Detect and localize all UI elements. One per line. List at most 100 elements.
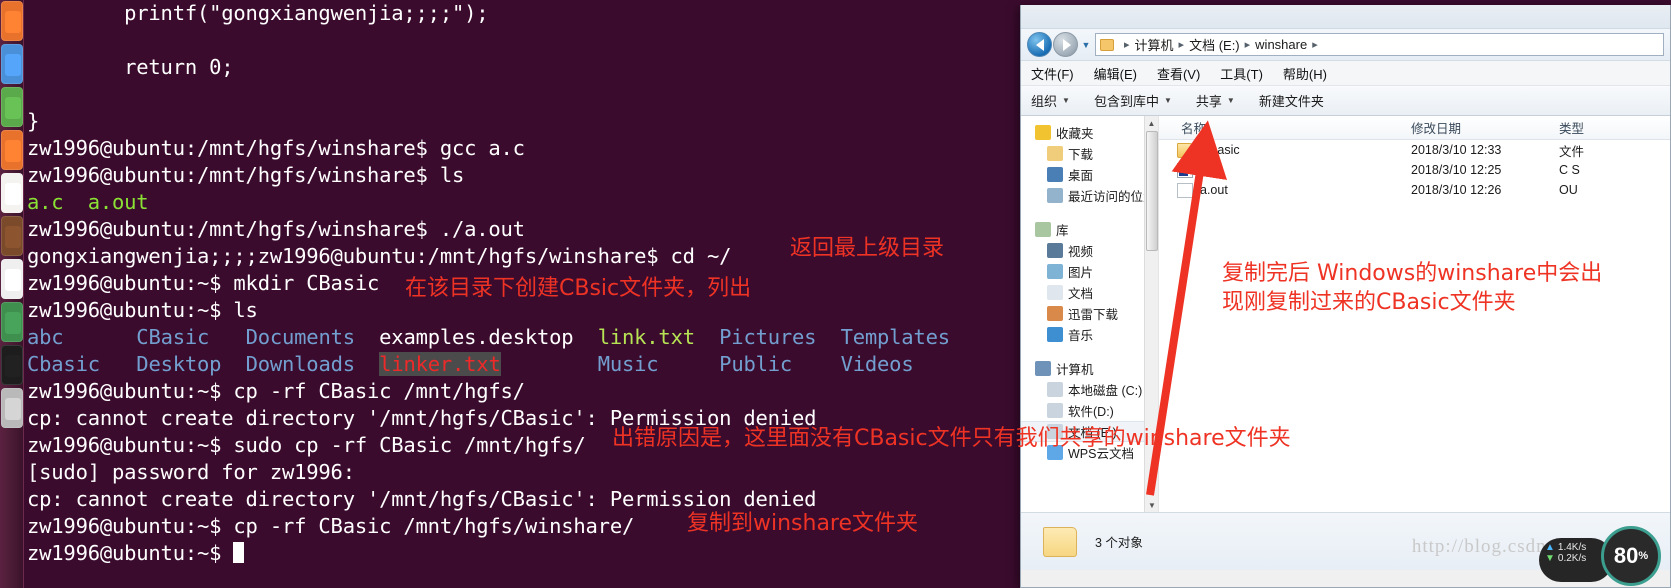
- terminal-text: Desktop: [136, 352, 222, 376]
- sidebar-item-5[interactable]: 视频: [1021, 240, 1158, 261]
- launcher-icon-4[interactable]: [1, 173, 23, 213]
- terminal-cursor: [233, 542, 245, 563]
- column-header-date[interactable]: 修改日期: [1411, 118, 1559, 137]
- table-row[interactable]: CBasic 2018/3/10 12:33 文件: [1159, 140, 1670, 160]
- sidebar-item-8[interactable]: 迅雷下载: [1021, 303, 1158, 324]
- sidebar-item-1[interactable]: 下载: [1021, 143, 1158, 164]
- menu-item-4[interactable]: 帮助(H): [1283, 64, 1327, 83]
- upload-arrow-icon: ▲: [1545, 542, 1555, 553]
- file-type-cell: OU: [1559, 183, 1578, 197]
- menu-item-1[interactable]: 编辑(E): [1094, 64, 1137, 83]
- toolbar-button-2[interactable]: 共享 ▼: [1196, 91, 1235, 110]
- scroll-up-icon[interactable]: ▲: [1145, 116, 1158, 130]
- terminal-text: Documents: [245, 325, 355, 349]
- breadcrumb-item-0[interactable]: 计算机: [1135, 35, 1174, 54]
- recent-icon: [1047, 188, 1063, 203]
- launcher-icon-0[interactable]: [1, 1, 23, 41]
- breadcrumb-separator-3: ▸: [1312, 39, 1318, 51]
- command-bar[interactable]: 组织 ▼ 包含到库中 ▼ 共享 ▼ 新建文件夹: [1021, 86, 1670, 116]
- terminal-text: Public: [719, 352, 793, 376]
- toolbar-label: 组织: [1031, 94, 1058, 109]
- sidebar-item-6[interactable]: 图片: [1021, 261, 1158, 282]
- recent-pages-icon[interactable]: ▼: [1079, 34, 1093, 56]
- file-name-cell[interactable]: a.c: [1159, 162, 1411, 178]
- launcher-icon-3[interactable]: [1, 130, 23, 170]
- table-row[interactable]: a.out 2018/3/10 12:26 OU: [1159, 180, 1670, 200]
- column-headers[interactable]: 名称 修改日期 类型: [1159, 116, 1670, 140]
- terminal-text: Downloads: [245, 352, 355, 376]
- sidebar-item-label: 桌面: [1068, 169, 1094, 183]
- sidebar-item-4[interactable]: 库: [1021, 219, 1158, 240]
- toolbar-label: 新建文件夹: [1258, 94, 1324, 109]
- annotation-text-5: 现刚复制过来的CBasic文件夹: [1222, 290, 1516, 315]
- column-header-name[interactable]: 名称: [1159, 118, 1411, 137]
- sidebar-item-label: 迅雷下载: [1068, 308, 1119, 322]
- toolbar-button-0[interactable]: 组织 ▼: [1031, 91, 1070, 110]
- back-button[interactable]: [1027, 32, 1052, 57]
- sidebar-item-label: 最近访问的位置: [1068, 190, 1156, 204]
- navigation-pane[interactable]: 收藏夹 下载桌面最近访问的位置库视频 图片文档迅雷下载音乐计算机本地磁盘 (C:) 软…: [1021, 116, 1159, 512]
- launcher-icon-1[interactable]: [1, 44, 23, 84]
- launcher-icon-7[interactable]: [1, 302, 23, 342]
- file-name-cell[interactable]: a.out: [1159, 182, 1411, 198]
- folder-icon: [1100, 38, 1114, 51]
- breadcrumb-item-2[interactable]: winshare: [1255, 37, 1307, 52]
- menu-bar[interactable]: 文件(F) 编辑(E) 查看(V) 工具(T) 帮助(H): [1021, 61, 1670, 86]
- cpu-usage-widget[interactable]: 80%: [1601, 526, 1661, 586]
- column-header-type[interactable]: 类型: [1559, 118, 1659, 137]
- toolbar-button-1[interactable]: 包含到库中 ▼: [1094, 91, 1172, 110]
- sidebar-item-2[interactable]: 桌面: [1021, 164, 1158, 185]
- toolbar-button-3[interactable]: 新建文件夹: [1259, 91, 1324, 110]
- sidebar-item-11[interactable]: 本地磁盘 (C:): [1021, 379, 1158, 400]
- terminal-text: }: [27, 109, 40, 133]
- sidebar-item-label: 文档: [1068, 287, 1094, 301]
- file-name-cell[interactable]: CBasic: [1159, 142, 1411, 158]
- breadcrumb-item-1[interactable]: 文档 (E:): [1189, 35, 1240, 54]
- sidebar-item-0[interactable]: 收藏夹: [1021, 122, 1158, 143]
- breadcrumb[interactable]: ▸ 计算机 ▸ 文档 (E:) ▸ winshare ▸: [1095, 33, 1664, 56]
- launcher-icon-8[interactable]: [1, 345, 23, 385]
- annotation-text-1: 在该目录下创建CBsic文件夹，列出: [405, 276, 752, 301]
- table-row[interactable]: a.c 2018/3/10 12:25 C S: [1159, 160, 1670, 180]
- sidebar-item-label: 软件(D:): [1068, 405, 1114, 419]
- percent-sign: %: [1638, 550, 1649, 562]
- sidebar-item-label: 本地磁盘 (C:): [1068, 384, 1143, 398]
- sidebar-item-3[interactable]: 最近访问的位置: [1021, 185, 1158, 206]
- file-date-cell: 2018/3/10 12:25: [1411, 163, 1502, 177]
- menu-item-2[interactable]: 查看(V): [1157, 64, 1200, 83]
- launcher-icon-9[interactable]: [1, 388, 23, 428]
- nav-scrollbar[interactable]: ▲ ▼: [1144, 116, 1158, 512]
- sidebar-item-label: 库: [1056, 224, 1069, 238]
- terminal-text: Templates: [840, 325, 950, 349]
- library-icon: [1035, 222, 1051, 237]
- annotation-text-4: 复制完后 Windows的winshare中会出: [1222, 261, 1603, 286]
- c-source-icon: [1177, 162, 1193, 178]
- sidebar-item-10[interactable]: 计算机: [1021, 358, 1158, 379]
- unity-launcher[interactable]: [0, 0, 24, 588]
- folder-icon-large: [1043, 526, 1077, 557]
- sidebar-item-12[interactable]: 软件(D:): [1021, 400, 1158, 421]
- document-icon: [1047, 285, 1063, 300]
- forward-button[interactable]: [1053, 32, 1078, 57]
- scrollbar-thumb[interactable]: [1146, 131, 1158, 251]
- sidebar-item-label: 计算机: [1056, 363, 1094, 377]
- launcher-icon-2[interactable]: [1, 87, 23, 127]
- menu-item-0[interactable]: 文件(F): [1031, 64, 1074, 83]
- launcher-icon-6[interactable]: [1, 259, 23, 299]
- sidebar-item-9[interactable]: 音乐: [1021, 324, 1158, 345]
- launcher-icon-5[interactable]: [1, 216, 23, 256]
- terminal-text: examples.desktop: [354, 325, 598, 349]
- breadcrumb-separator-2: ▸: [1244, 39, 1251, 51]
- file-date-cell: 2018/3/10 12:33: [1411, 143, 1502, 157]
- scroll-down-icon[interactable]: ▼: [1145, 498, 1158, 512]
- address-bar[interactable]: ▼ ▸ 计算机 ▸ 文档 (E:) ▸ winshare ▸: [1021, 29, 1670, 61]
- menu-item-3[interactable]: 工具(T): [1220, 64, 1263, 83]
- file-date-cell: 2018/3/10 12:26: [1411, 183, 1502, 197]
- sidebar-item-7[interactable]: 文档: [1021, 282, 1158, 303]
- thunder-icon: [1047, 306, 1063, 321]
